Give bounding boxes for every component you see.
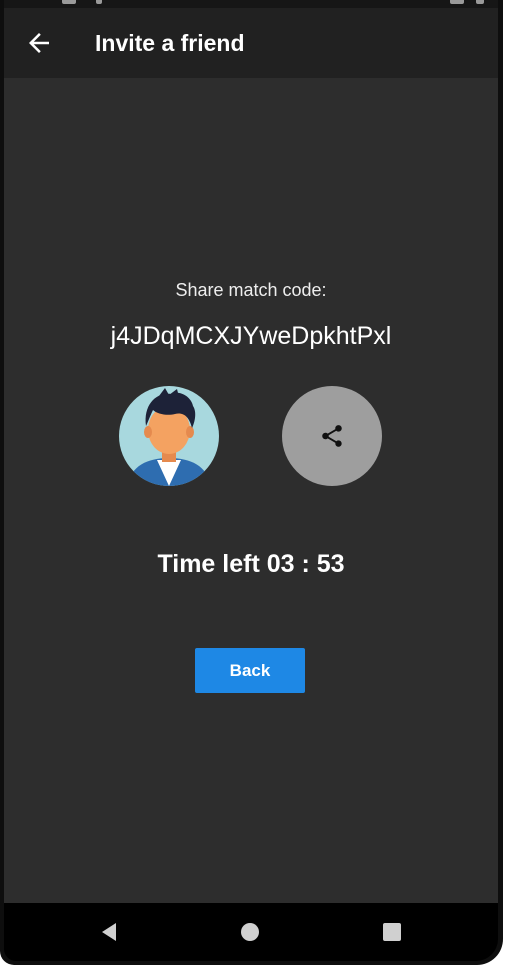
status-battery-icon (476, 0, 484, 4)
status-left-dot-icon (96, 0, 102, 4)
status-right-icon (450, 0, 464, 4)
match-code-text: j4JDqMCXJYweDpkhtPxl (110, 322, 392, 350)
device-screen: Invite a friend Share match code: j4JDqM… (0, 0, 509, 971)
time-left-countdown: Time left 03 : 53 (157, 550, 345, 578)
share-icon (322, 425, 342, 447)
page-title: Invite a friend (95, 30, 245, 56)
status-left-icon (62, 0, 76, 4)
app-bar: Invite a friend (4, 8, 498, 78)
back-button[interactable]: Back (195, 648, 305, 693)
user-avatar-icon (119, 386, 219, 486)
arrow-left-icon[interactable] (24, 28, 54, 58)
nav-back-triangle-icon[interactable] (97, 920, 121, 944)
status-bar (4, 0, 498, 8)
nav-recents-square-icon[interactable] (380, 920, 404, 944)
invite-content: Share match code: j4JDqMCXJYweDpkhtPxl T… (4, 78, 498, 903)
system-nav-bar (4, 903, 498, 961)
phone-frame: Invite a friend Share match code: j4JDqM… (0, 0, 503, 965)
nav-home-circle-icon[interactable] (238, 920, 262, 944)
share-code-label: Share match code: (175, 280, 327, 300)
share-button[interactable] (282, 386, 382, 486)
